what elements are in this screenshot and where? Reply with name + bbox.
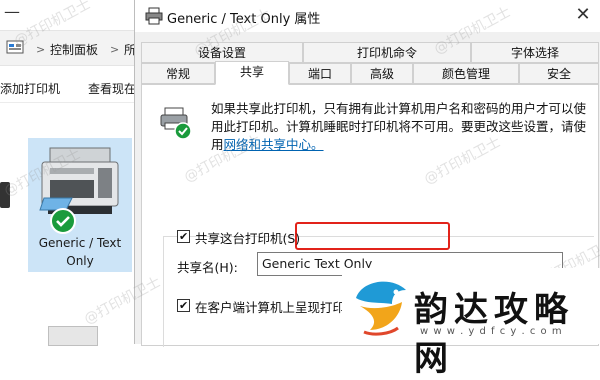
render-jobs-label[interactable]: 在客户端计算机上呈现打印作: [195, 297, 358, 316]
tab-font-selection[interactable]: 字体选择: [471, 42, 599, 63]
highlight-box: [295, 222, 450, 250]
tab-general[interactable]: 常规: [141, 63, 215, 84]
render-jobs-checkbox[interactable]: ✔: [177, 299, 190, 312]
checkmark-icon: ✔: [179, 299, 189, 312]
breadcrumb-separator: >: [110, 43, 120, 56]
breadcrumb-control-panel[interactable]: 控制面板: [50, 41, 98, 58]
dialog-titlebar[interactable]: Generic / Text Only 属性 ✕: [135, 0, 600, 32]
add-printer-button[interactable]: 添加打印机: [0, 80, 60, 97]
tab-security[interactable]: 安全: [519, 63, 599, 84]
share-printer-label[interactable]: 共享这台打印机(S): [195, 228, 300, 247]
tab-advanced[interactable]: 高级: [351, 63, 413, 84]
tab-color-management[interactable]: 颜色管理: [413, 63, 519, 84]
sharing-info-text: 如果共享此打印机，只有拥有此计算机用户名和密码的用户才可以使用此打印机。计算机睡…: [211, 100, 591, 154]
divider: [0, 102, 140, 103]
printer-title-icon: [145, 7, 163, 25]
shared-check-icon: [50, 208, 76, 234]
partial-device-icon: [48, 326, 98, 346]
close-button[interactable]: ✕: [565, 0, 600, 32]
site-logo-url: w w w . y d f c y . c o m: [420, 326, 563, 337]
minimize-icon[interactable]: —: [4, 2, 20, 21]
shared-printer-icon: [160, 107, 192, 140]
printer-label-line2: Only: [66, 254, 94, 268]
share-printer-checkbox[interactable]: ✔: [177, 230, 190, 243]
view-current-button[interactable]: 查看现在: [88, 80, 136, 97]
tab-ports[interactable]: 端口: [289, 63, 351, 84]
printer-label-line1: Generic / Text: [38, 236, 122, 250]
checkmark-icon: ✔: [179, 230, 189, 243]
breadcrumb-separator: >: [36, 43, 46, 56]
tab-sharing[interactable]: 共享: [215, 61, 289, 85]
share-name-label: 共享名(H):: [177, 260, 238, 275]
bird-logo-icon: [356, 281, 406, 336]
